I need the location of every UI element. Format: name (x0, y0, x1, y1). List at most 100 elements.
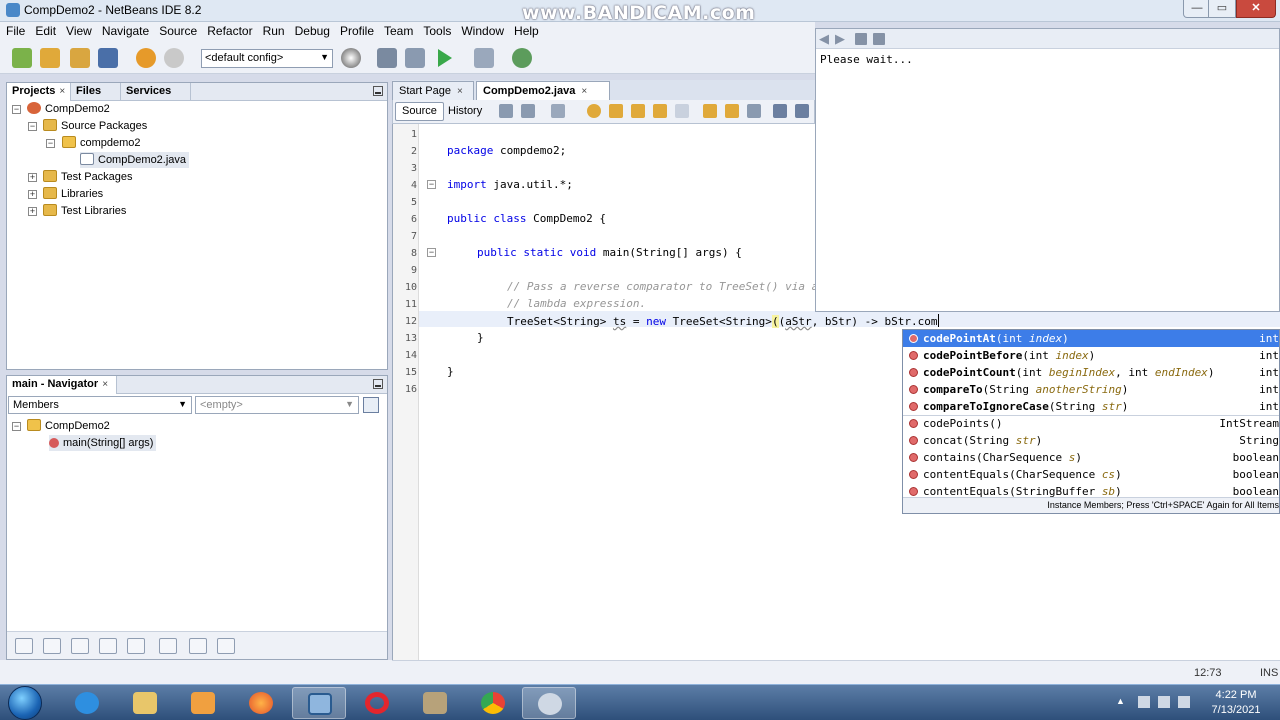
tab-services[interactable]: Services (121, 83, 191, 101)
fold-toggle-icon[interactable]: − (427, 248, 436, 257)
tree-node-libraries[interactable]: Libraries (43, 186, 103, 202)
history-view-button[interactable]: History (441, 102, 489, 121)
close-icon[interactable]: × (59, 86, 65, 97)
tab-start-page[interactable]: Start Page × (392, 81, 474, 100)
tray-expand-icon[interactable]: ▲ (1116, 696, 1128, 708)
taskbar-internet-explorer[interactable] (60, 687, 114, 719)
tree-node-package[interactable]: compdemo2 (62, 135, 141, 151)
completion-item[interactable]: codePointCount(int beginIndex, int endIn… (903, 364, 1279, 381)
menu-navigate[interactable]: Navigate (98, 22, 153, 40)
forward-icon[interactable] (551, 104, 565, 118)
find-next-icon[interactable] (631, 104, 645, 118)
filter-inherited-icon[interactable] (15, 638, 33, 654)
menu-window[interactable]: Window (457, 22, 508, 40)
minimize-panel-icon[interactable] (373, 379, 383, 389)
redo-icon[interactable] (164, 48, 184, 68)
tray-flag-icon[interactable] (1138, 696, 1150, 708)
expand-icon[interactable]: + (28, 207, 37, 216)
globe-icon[interactable] (341, 48, 361, 68)
close-icon[interactable]: × (581, 86, 587, 97)
completion-item[interactable]: codePoints() IntStream (903, 415, 1279, 432)
previous-bookmark-icon[interactable] (703, 104, 717, 118)
sort-by-name-icon[interactable] (217, 638, 235, 654)
menu-run[interactable]: Run (259, 22, 289, 40)
tab-projects[interactable]: Projects × (7, 83, 71, 101)
toggle-rect-selection-icon[interactable] (675, 104, 689, 118)
taskbar-emblem-app[interactable] (408, 687, 462, 719)
tray-network-icon[interactable] (1158, 696, 1170, 708)
close-icon[interactable]: × (102, 379, 108, 390)
menu-help[interactable]: Help (510, 22, 543, 40)
shift-right-icon[interactable] (795, 104, 809, 118)
menu-refactor[interactable]: Refactor (203, 22, 256, 40)
filter-select[interactable]: <empty> ▼ (195, 396, 359, 414)
open-project-icon[interactable] (70, 48, 90, 68)
completion-item[interactable]: compareToIgnoreCase(String str) int (903, 398, 1279, 415)
minimize-panel-icon[interactable] (373, 86, 383, 96)
completion-item[interactable]: contentEquals(CharSequence cs) boolean (903, 466, 1279, 483)
find-previous-icon[interactable] (609, 104, 623, 118)
configuration-select[interactable]: <default config> ▼ (201, 49, 333, 68)
completion-item[interactable]: contains(CharSequence s) boolean (903, 449, 1279, 466)
new-project-icon[interactable] (40, 48, 60, 68)
taskbar-opera[interactable] (350, 687, 404, 719)
menu-team[interactable]: Team (380, 22, 417, 40)
tree-node-source-packages[interactable]: Source Packages (43, 118, 147, 134)
tab-navigator[interactable]: main - Navigator × (7, 376, 117, 394)
expand-icon[interactable]: + (28, 173, 37, 182)
completion-item[interactable]: codePointAt(int index) int (903, 330, 1279, 347)
toggle-highlight-icon[interactable] (653, 104, 667, 118)
forward-arrow-icon[interactable]: ▶ (835, 31, 845, 47)
tree-node-java-file[interactable]: CompDemo2.java (80, 152, 190, 168)
debug-icon[interactable] (474, 48, 494, 68)
collapse-icon[interactable]: − (28, 122, 37, 131)
fold-toggle-icon[interactable]: − (427, 180, 436, 189)
toggle-bookmark-icon[interactable] (747, 104, 761, 118)
taskbar-clock[interactable]: 4:22 PM 7/13/2021 (1196, 688, 1276, 718)
taskbar-bandicam[interactable] (522, 687, 576, 719)
maximize-button[interactable]: ▭ (1208, 0, 1236, 18)
show-fqn-icon[interactable] (159, 638, 177, 654)
menu-edit[interactable]: Edit (31, 22, 60, 40)
expand-icon[interactable]: + (28, 190, 37, 199)
navigator-options-icon[interactable] (363, 397, 379, 413)
filter-inner-classes-icon[interactable] (127, 638, 145, 654)
filter-fields-icon[interactable] (43, 638, 61, 654)
tree-node-project[interactable]: CompDemo2 (27, 101, 110, 117)
navigator-method-node[interactable]: main(String[] args) (49, 435, 157, 451)
minimize-button[interactable]: — (1183, 0, 1211, 18)
back-icon[interactable] (521, 104, 535, 118)
start-button[interactable] (8, 686, 42, 720)
menu-profile[interactable]: Profile (336, 22, 378, 40)
close-icon[interactable]: × (457, 86, 463, 97)
taskbar-firefox[interactable] (234, 687, 288, 719)
find-selection-icon[interactable] (587, 104, 601, 118)
taskbar-netbeans[interactable] (292, 687, 346, 719)
taskbar-chrome[interactable] (466, 687, 520, 719)
code-completion-popup[interactable]: codePointAt(int index) int codePointBefor… (902, 329, 1280, 514)
completion-item[interactable]: concat(String str) String (903, 432, 1279, 449)
completion-item[interactable]: compareTo(String anotherString) int (903, 381, 1279, 398)
tree-node-test-libraries[interactable]: Test Libraries (43, 203, 126, 219)
clean-build-icon[interactable] (405, 48, 425, 68)
tab-files[interactable]: Files (71, 83, 121, 101)
menu-source[interactable]: Source (155, 22, 201, 40)
members-select[interactable]: Members ▼ (8, 396, 192, 414)
menu-file[interactable]: File (2, 22, 29, 40)
navigator-class-node[interactable]: CompDemo2 (27, 418, 110, 434)
shift-left-icon[interactable] (773, 104, 787, 118)
completion-item[interactable]: codePointBefore(int index) int (903, 347, 1279, 364)
back-arrow-icon[interactable]: ◀ (819, 31, 829, 47)
close-window-button[interactable]: ✕ (1236, 0, 1276, 18)
tray-volume-icon[interactable] (1178, 696, 1190, 708)
tree-node-test-packages[interactable]: Test Packages (43, 169, 133, 185)
taskbar-media-player[interactable] (176, 687, 230, 719)
profile-icon[interactable] (512, 48, 532, 68)
filter-static-icon[interactable] (71, 638, 89, 654)
source-view-button[interactable]: Source (395, 102, 444, 121)
open-in-browser-icon[interactable] (855, 33, 867, 45)
menu-view[interactable]: View (62, 22, 96, 40)
collapse-icon[interactable]: − (46, 139, 55, 148)
filter-nonpublic-icon[interactable] (99, 638, 117, 654)
collapse-icon[interactable]: − (12, 105, 21, 114)
